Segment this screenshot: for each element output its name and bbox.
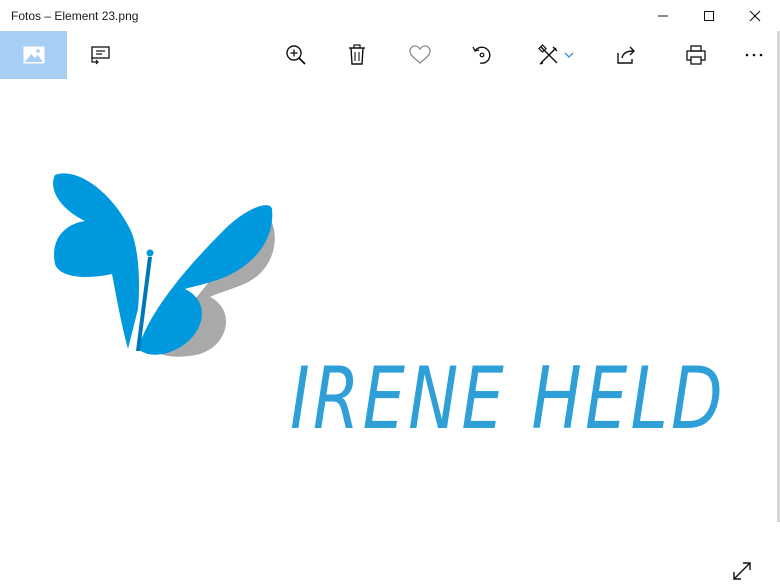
more-options-button[interactable] — [730, 31, 778, 79]
zoom-in-icon — [286, 45, 306, 65]
slideshow-button[interactable] — [76, 31, 124, 79]
maximize-button[interactable] — [686, 0, 732, 31]
minimize-icon — [658, 15, 668, 16]
print-icon — [686, 45, 706, 65]
delete-button[interactable] — [333, 31, 381, 79]
rotate-button[interactable] — [458, 31, 506, 79]
slideshow-icon — [91, 46, 110, 65]
image-viewer[interactable]: IRENE HELD — [0, 79, 770, 580]
view-image-icon — [23, 46, 44, 64]
rotate-icon — [472, 46, 491, 64]
minimize-button[interactable] — [640, 0, 686, 31]
more-options-icon — [745, 53, 763, 57]
edit-draw-icon — [538, 44, 558, 65]
full-screen-button[interactable] — [726, 555, 758, 587]
share-icon — [617, 46, 635, 64]
view-image-button[interactable] — [0, 31, 67, 79]
print-button[interactable] — [672, 31, 720, 79]
edit-create-button[interactable] — [528, 31, 584, 79]
zoom-button[interactable] — [272, 31, 320, 79]
butterfly-logo-image — [53, 173, 275, 357]
close-button[interactable] — [732, 0, 778, 31]
title-bar: Fotos – Element 23.png — [0, 0, 780, 31]
close-icon — [749, 10, 761, 21]
favorite-heart-icon — [409, 45, 431, 64]
toolbar — [0, 31, 780, 79]
chevron-down-icon — [564, 52, 574, 58]
share-button[interactable] — [603, 31, 651, 79]
maximize-icon — [704, 10, 714, 21]
favorite-button[interactable] — [396, 31, 444, 79]
delete-icon — [349, 44, 365, 65]
expand-diagonal-icon — [733, 562, 751, 580]
window-title: Fotos – Element 23.png — [11, 9, 139, 23]
logo-text: IRENE HELD — [290, 349, 726, 449]
